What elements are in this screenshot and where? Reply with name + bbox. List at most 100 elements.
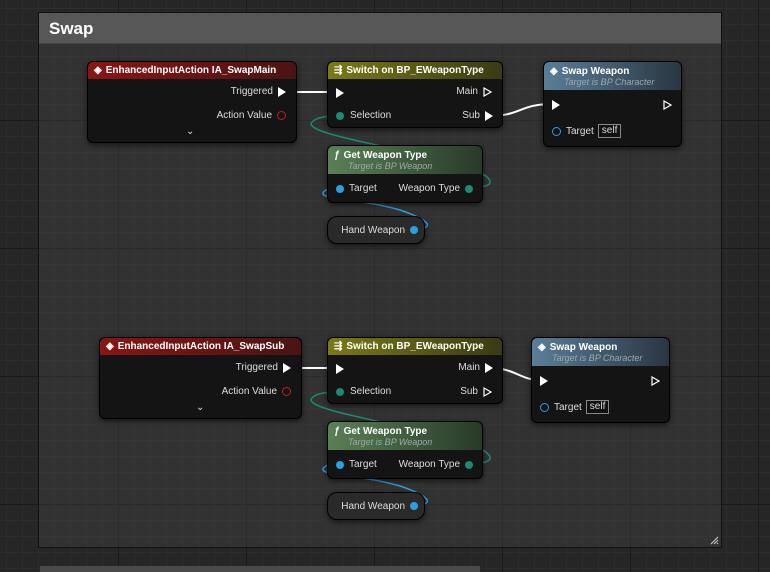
event-node-swapmain[interactable]: ◈ EnhancedInputAction IA_SwapMain Trigge… bbox=[87, 61, 297, 143]
triggered-label: Triggered bbox=[230, 86, 273, 97]
event-diamond-icon: ◈ bbox=[550, 65, 558, 77]
selection-pin[interactable]: Selection bbox=[336, 110, 391, 121]
hand-weapon-pin-icon[interactable] bbox=[410, 502, 418, 510]
triggered-pin[interactable]: Triggered bbox=[231, 86, 286, 97]
switch-node-title: Switch on BP_EWeaponType bbox=[346, 341, 484, 352]
exec-in-pin[interactable] bbox=[540, 376, 548, 386]
action-value-pin-icon[interactable] bbox=[282, 387, 291, 396]
target-pin-icon[interactable] bbox=[540, 402, 549, 412]
exec-in-pin[interactable] bbox=[336, 364, 344, 374]
main-pin[interactable]: Main bbox=[458, 362, 493, 373]
exec-in-pin-icon[interactable] bbox=[336, 88, 344, 98]
switch-icon: ⇶ bbox=[334, 341, 343, 352]
event-node-title: EnhancedInputAction IA_SwapSub bbox=[117, 341, 285, 352]
swap-weapon-header[interactable]: ◈ Swap Weapon Target is BP Character bbox=[544, 62, 681, 90]
get-weapon-type-node[interactable]: ƒ Get Weapon Type Target is BP Weapon Ta… bbox=[327, 421, 483, 479]
swap-weapon-node[interactable]: ◈ Swap Weapon Target is BP Character Tar… bbox=[531, 337, 670, 423]
selection-label: Selection bbox=[350, 386, 392, 397]
exec-out-hollow-icon[interactable] bbox=[651, 376, 661, 386]
hand-weapon-variable[interactable]: Hand Weapon bbox=[327, 216, 425, 244]
action-value-pin[interactable]: Action Value bbox=[222, 386, 291, 397]
event-node-header[interactable]: ◈ EnhancedInputAction IA_SwapSub bbox=[100, 338, 301, 355]
exec-out-hollow-icon[interactable] bbox=[483, 86, 493, 97]
main-label: Main bbox=[458, 362, 480, 373]
triggered-label: Triggered bbox=[235, 362, 278, 373]
target-pin[interactable]: Target bbox=[336, 459, 377, 470]
exec-in-pin-icon[interactable] bbox=[540, 376, 548, 386]
target-pin[interactable]: Target self bbox=[540, 400, 610, 414]
target-label: Target bbox=[349, 183, 377, 194]
action-value-label: Action Value bbox=[216, 110, 272, 121]
event-node-swapsub[interactable]: ◈ EnhancedInputAction IA_SwapSub Trigger… bbox=[99, 337, 302, 419]
exec-in-pin[interactable] bbox=[336, 88, 344, 98]
exec-in-pin[interactable] bbox=[552, 100, 560, 110]
exec-out-pin-icon[interactable] bbox=[485, 362, 493, 373]
sub-pin[interactable]: Sub bbox=[460, 386, 493, 397]
main-pin[interactable]: Main bbox=[456, 86, 493, 97]
swap-weapon-subtitle: Target is BP Character bbox=[552, 352, 643, 363]
event-diamond-icon: ◈ bbox=[538, 341, 546, 353]
event-diamond-icon: ◈ bbox=[106, 341, 114, 352]
weapon-type-pin-icon[interactable] bbox=[465, 184, 473, 193]
selection-pin-icon[interactable] bbox=[336, 387, 344, 396]
exec-out-pin-icon[interactable] bbox=[278, 86, 286, 97]
target-pin[interactable]: Target bbox=[336, 183, 377, 194]
get-weapon-type-header[interactable]: ƒ Get Weapon Type Target is BP Weapon bbox=[328, 422, 482, 450]
switch-icon: ⇶ bbox=[334, 65, 343, 76]
event-node-title: EnhancedInputAction IA_SwapMain bbox=[105, 65, 277, 76]
get-weapon-type-subtitle: Target is BP Weapon bbox=[348, 160, 433, 171]
event-diamond-icon: ◈ bbox=[94, 65, 102, 76]
chevron-down-icon[interactable]: ⌄ bbox=[196, 402, 204, 413]
selection-pin-icon[interactable] bbox=[336, 111, 344, 120]
get-weapon-type-header[interactable]: ƒ Get Weapon Type Target is BP Weapon bbox=[328, 146, 482, 174]
weapon-type-pin-icon[interactable] bbox=[465, 460, 473, 469]
target-self-field[interactable]: self bbox=[597, 124, 622, 138]
event-node-header[interactable]: ◈ EnhancedInputAction IA_SwapMain bbox=[88, 62, 296, 79]
target-pin[interactable]: Target self bbox=[552, 124, 622, 138]
get-weapon-type-title: Get Weapon Type bbox=[343, 149, 428, 161]
action-value-pin[interactable]: Action Value bbox=[217, 110, 286, 121]
target-pin-icon[interactable] bbox=[336, 460, 344, 469]
triggered-pin[interactable]: Triggered bbox=[236, 362, 291, 373]
function-icon: ƒ bbox=[334, 149, 340, 161]
hand-weapon-variable[interactable]: Hand Weapon bbox=[327, 492, 425, 520]
target-label: Target bbox=[349, 459, 377, 470]
hand-weapon-pin-icon[interactable] bbox=[410, 226, 418, 234]
target-pin-icon[interactable] bbox=[552, 126, 561, 136]
target-label: Target bbox=[566, 125, 594, 137]
weapon-type-pin[interactable]: Weapon Type bbox=[399, 183, 473, 194]
exec-in-pin-icon[interactable] bbox=[336, 364, 344, 374]
exec-out-pin-icon[interactable] bbox=[485, 110, 493, 121]
weapon-type-pin[interactable]: Weapon Type bbox=[399, 459, 473, 470]
target-self-field[interactable]: self bbox=[585, 400, 610, 414]
get-weapon-type-subtitle: Target is BP Weapon bbox=[348, 436, 433, 447]
selection-pin[interactable]: Selection bbox=[336, 386, 391, 397]
swap-weapon-subtitle: Target is BP Character bbox=[564, 76, 655, 87]
switch-node-header[interactable]: ⇶ Switch on BP_EWeaponType bbox=[328, 62, 502, 79]
switch-node[interactable]: ⇶ Switch on BP_EWeaponType Main Selectio… bbox=[327, 337, 503, 404]
action-value-pin-icon[interactable] bbox=[277, 111, 286, 120]
exec-out-pin-icon[interactable] bbox=[283, 362, 291, 373]
exec-out-hollow-icon[interactable] bbox=[663, 100, 673, 110]
exec-out-hollow-icon[interactable] bbox=[483, 386, 493, 397]
get-weapon-type-node[interactable]: ƒ Get Weapon Type Target is BP Weapon Ta… bbox=[327, 145, 483, 203]
switch-node[interactable]: ⇶ Switch on BP_EWeaponType Main Selectio… bbox=[327, 61, 503, 128]
swap-weapon-title: Swap Weapon bbox=[549, 341, 618, 353]
weapon-type-label: Weapon Type bbox=[398, 459, 460, 470]
hand-weapon-label: Hand Weapon bbox=[341, 224, 405, 236]
switch-node-header[interactable]: ⇶ Switch on BP_EWeaponType bbox=[328, 338, 502, 355]
action-value-label: Action Value bbox=[221, 386, 277, 397]
swap-weapon-node[interactable]: ◈ Swap Weapon Target is BP Character Tar… bbox=[543, 61, 682, 147]
exec-in-pin-icon[interactable] bbox=[552, 100, 560, 110]
swap-weapon-title: Swap Weapon bbox=[561, 65, 630, 77]
target-pin-icon[interactable] bbox=[336, 184, 344, 193]
exec-out-pin[interactable] bbox=[663, 100, 673, 110]
swap-weapon-header[interactable]: ◈ Swap Weapon Target is BP Character bbox=[532, 338, 669, 366]
target-label: Target bbox=[554, 401, 582, 413]
weapon-type-label: Weapon Type bbox=[398, 183, 460, 194]
chevron-down-icon[interactable]: ⌄ bbox=[186, 126, 194, 137]
sub-pin[interactable]: Sub bbox=[462, 110, 493, 121]
sub-label: Sub bbox=[460, 386, 478, 397]
exec-out-pin[interactable] bbox=[651, 376, 661, 386]
main-label: Main bbox=[456, 86, 478, 97]
